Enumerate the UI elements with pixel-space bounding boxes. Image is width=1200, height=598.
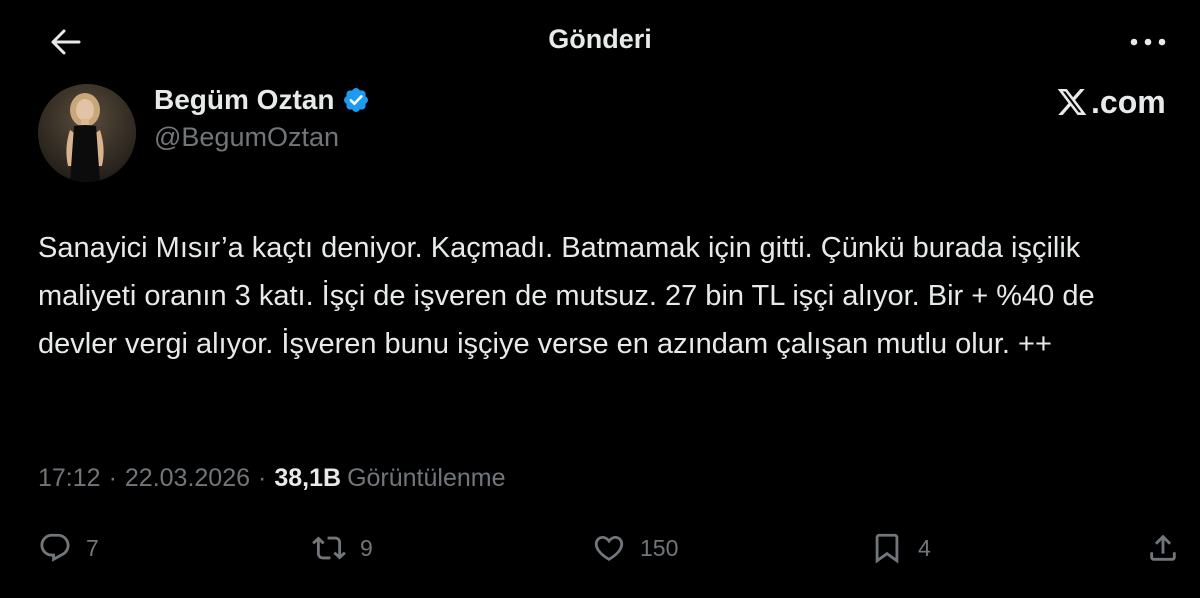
views-label: Görüntülenme bbox=[347, 463, 506, 492]
like-count: 150 bbox=[640, 534, 679, 561]
top-bar: Gönderi bbox=[0, 0, 1200, 82]
author-name-row: Begüm Oztan bbox=[154, 82, 370, 118]
like-button[interactable]: 150 bbox=[592, 528, 678, 568]
profile-photo bbox=[38, 84, 136, 182]
verified-badge-icon bbox=[344, 88, 369, 112]
tweet-date[interactable]: 22.03.2026 bbox=[125, 464, 250, 493]
meta-separator: · bbox=[258, 463, 267, 492]
x-logo-icon bbox=[1057, 89, 1087, 115]
retweet-button[interactable]: 9 bbox=[312, 528, 373, 568]
page-title: Gönderi bbox=[548, 24, 652, 54]
heart-icon bbox=[594, 535, 624, 561]
reply-icon bbox=[40, 533, 70, 562]
reply-count: 7 bbox=[86, 534, 99, 561]
tweet-text: Sanayici Mısır’a kaçtı deniyor. Kaçmadı.… bbox=[38, 232, 1095, 360]
author-name[interactable]: Begüm Oztan bbox=[154, 84, 334, 116]
tweet-meta: 17:12 · 22.03.2026 · 38,1B Görüntülenme bbox=[38, 458, 506, 498]
retweet-icon bbox=[312, 536, 346, 560]
brand-suffix: .com bbox=[1091, 83, 1166, 120]
more-horizontal-icon bbox=[1130, 38, 1166, 46]
avatar[interactable] bbox=[38, 84, 136, 182]
tweet-time[interactable]: 17:12 bbox=[38, 464, 101, 493]
meta-separator: · bbox=[108, 463, 117, 492]
author-handle[interactable]: @BegumOztan bbox=[154, 122, 339, 153]
tweet-detail-page: Gönderi Begüm Oztan @BegumOztan .com San… bbox=[0, 0, 1200, 598]
reply-button[interactable]: 7 bbox=[38, 528, 99, 568]
bookmark-icon bbox=[875, 533, 899, 564]
more-options-button[interactable] bbox=[1122, 20, 1174, 64]
views-count[interactable]: 38,1B bbox=[274, 464, 341, 493]
brand-watermark: .com bbox=[1055, 82, 1166, 122]
bookmark-count: 4 bbox=[918, 534, 931, 561]
bookmark-button[interactable]: 4 bbox=[870, 528, 931, 568]
retweet-count: 9 bbox=[360, 534, 373, 561]
share-button[interactable] bbox=[1146, 528, 1180, 568]
share-icon bbox=[1150, 534, 1176, 561]
